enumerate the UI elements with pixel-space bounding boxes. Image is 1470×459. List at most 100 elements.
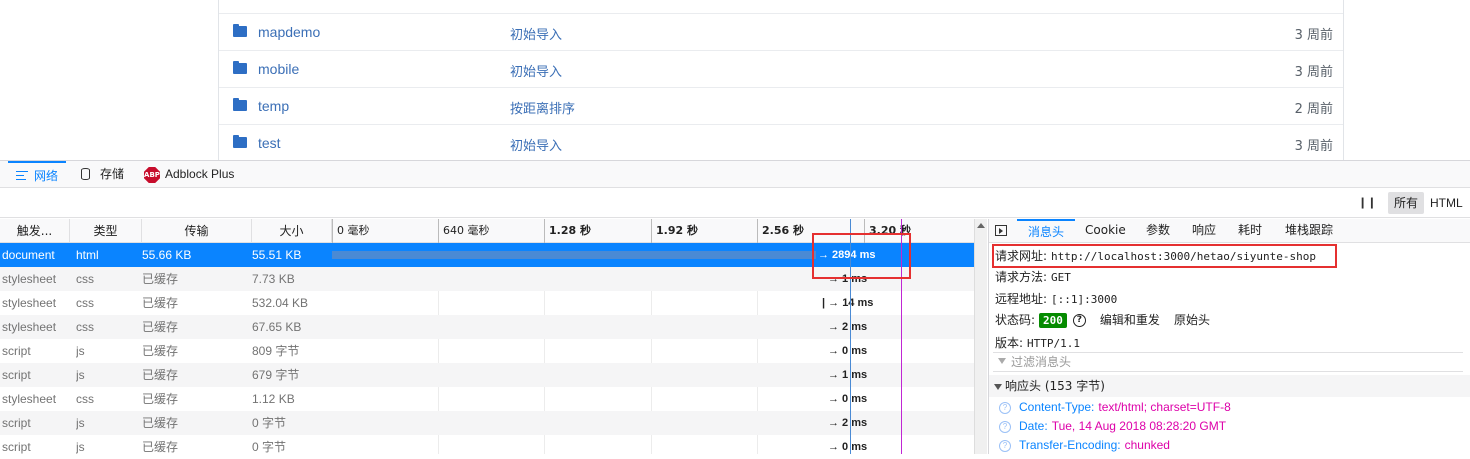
tab-params[interactable]: 参数	[1146, 219, 1170, 242]
cell-transferred: 已缓存	[142, 440, 179, 454]
request-row[interactable]: script js 已缓存 0 字节 → 2 ms	[0, 411, 974, 435]
version-value: HTTP/1.1	[1027, 337, 1081, 350]
repo-file-list: mapdemo 初始导入 3 周前 mobile 初始导入 3 周前 temp …	[0, 0, 1470, 160]
repo-item-age: 3 周前	[1294, 28, 1333, 43]
tab-stack-trace[interactable]: 堆栈跟踪	[1285, 219, 1333, 242]
version-label: 版本:	[995, 336, 1024, 350]
waterfall-tick: 0 毫秒	[332, 219, 370, 243]
tab-storage-label: 存储	[100, 167, 125, 181]
repo-item-commit-message[interactable]: 初始导入	[510, 24, 562, 43]
cell-size: 7.73 KB	[252, 272, 295, 286]
request-row[interactable]: document html 55.66 KB 55.51 KB → 2894 m…	[0, 243, 974, 267]
col-size[interactable]: 大小	[252, 219, 332, 243]
col-initiator[interactable]: 触发...	[0, 219, 70, 243]
response-headers-section[interactable]: 响应头 (153 字节)	[989, 375, 1470, 397]
table-scrollbar[interactable]	[974, 219, 987, 454]
repo-item-age: 3 周前	[1294, 139, 1333, 154]
cell-type: js	[76, 368, 85, 382]
filter-all-button[interactable]: 所有	[1388, 192, 1424, 214]
request-url-row: 请求网址: http://localhost:3000/hetao/siyunte…	[995, 247, 1316, 264]
header-name: Transfer-Encoding:	[1019, 438, 1121, 452]
cell-type: html	[76, 248, 99, 262]
cell-initiator: script	[2, 416, 31, 430]
pause-icon[interactable]: ❙❙	[1358, 196, 1376, 210]
cell-initiator: stylesheet	[2, 272, 57, 286]
col-type[interactable]: 类型	[70, 219, 142, 243]
repo-item-commit-message[interactable]: 初始导入	[510, 61, 562, 80]
filter-html-button[interactable]: HTML	[1430, 192, 1463, 214]
tab-storage[interactable]: 存储	[78, 161, 138, 188]
cell-transferred: 已缓存	[142, 392, 179, 406]
network-icon	[16, 171, 28, 181]
cell-timing: → 0 ms	[828, 393, 868, 405]
request-row[interactable]: stylesheet css 已缓存 1.12 KB → 0 ms	[0, 387, 974, 411]
toggle-panel-icon[interactable]	[995, 225, 1007, 236]
waterfall-bar	[332, 251, 816, 259]
details-tabs: 消息头 Cookie 参数 响应 耗时 堆栈跟踪	[989, 219, 1470, 243]
tab-adblock-label: Adblock Plus	[165, 167, 235, 181]
request-details-panel: 消息头 Cookie 参数 响应 耗时 堆栈跟踪 请求网址: http://loc…	[988, 219, 1470, 454]
repo-row[interactable]: mobile 初始导入 3 周前	[219, 50, 1343, 87]
version-row: 版本: HTTP/1.1	[995, 334, 1080, 351]
request-row[interactable]: stylesheet css 已缓存 67.65 KB → 2 ms	[0, 315, 974, 339]
remote-address-label: 远程地址:	[995, 292, 1048, 306]
response-header-row: ? Date: Tue, 14 Aug 2018 08:28:20 GMT	[999, 419, 1226, 433]
cell-initiator: stylesheet	[2, 320, 57, 334]
request-row[interactable]: stylesheet css 已缓存 532.04 KB | → 14 ms	[0, 291, 974, 315]
cell-type: css	[76, 392, 94, 406]
cell-transferred: 55.66 KB	[142, 248, 192, 262]
tab-response[interactable]: 响应	[1192, 219, 1216, 242]
filter-headers-input[interactable]: 过滤消息头	[993, 352, 1463, 372]
repo-row[interactable]: temp 按距离排序 2 周前	[219, 87, 1343, 124]
request-row[interactable]: script js 已缓存 679 字节 → 1 ms	[0, 363, 974, 387]
col-transferred[interactable]: 传输	[142, 219, 252, 243]
repo-item-age: 3 周前	[1294, 65, 1333, 80]
help-icon[interactable]: ?	[999, 439, 1011, 452]
tab-headers[interactable]: 消息头	[1017, 219, 1075, 242]
repo-row[interactable]: test 初始导入 3 周前	[219, 124, 1343, 161]
help-icon[interactable]: ?	[999, 401, 1011, 414]
remote-address-row: 远程地址: [::1]:3000	[995, 290, 1117, 307]
cell-initiator: stylesheet	[2, 392, 57, 406]
scroll-up-icon[interactable]	[977, 223, 985, 228]
status-code-label: 状态码:	[995, 313, 1036, 327]
help-icon[interactable]: ?	[999, 420, 1011, 433]
repo-item-commit-message[interactable]: 初始导入	[510, 135, 562, 154]
response-header-row: ? Content-Type: text/html; charset=UTF-8	[999, 400, 1231, 414]
tab-network[interactable]: 网络	[8, 161, 66, 188]
repo-item-name[interactable]: test	[258, 135, 281, 151]
request-row[interactable]: script js 已缓存 0 字节 → 0 ms	[0, 435, 974, 459]
request-method-value: GET	[1051, 271, 1071, 284]
request-method-row: 请求方法: GET	[995, 268, 1071, 285]
response-header-row: ? Transfer-Encoding: chunked	[999, 438, 1170, 452]
database-icon	[81, 168, 90, 180]
edit-resend-button[interactable]: 编辑和重发	[1100, 313, 1160, 327]
repo-item-name[interactable]: mobile	[258, 61, 299, 77]
tab-cookie[interactable]: Cookie	[1085, 219, 1126, 242]
cell-timing: → 2 ms	[828, 321, 868, 333]
raw-headers-button[interactable]: 原始头	[1174, 313, 1210, 327]
help-icon[interactable]: ?	[1072, 314, 1086, 327]
cell-size: 679 字节	[252, 368, 300, 382]
repo-item-name[interactable]: temp	[258, 98, 289, 114]
folder-icon	[233, 135, 247, 148]
tab-adblock-plus[interactable]: ABP Adblock Plus	[144, 161, 244, 188]
cell-initiator: script	[2, 368, 31, 382]
cell-timing: → 2894 ms	[818, 249, 876, 261]
cell-size: 0 字节	[252, 416, 287, 430]
cell-transferred: 已缓存	[142, 272, 179, 286]
cell-timing: → 1 ms	[828, 369, 868, 381]
table-header: 触发... 类型 传输 大小 0 毫秒 640 毫秒 1.28 秒 1.92 秒…	[0, 219, 974, 243]
request-row[interactable]: stylesheet css 已缓存 7.73 KB → 1 ms	[0, 267, 974, 291]
request-row[interactable]: script js 已缓存 809 字节 → 0 ms	[0, 339, 974, 363]
tab-timings[interactable]: 耗时	[1238, 219, 1262, 242]
waterfall-tick: 1.92 秒	[651, 219, 698, 243]
repo-item-name[interactable]: mapdemo	[258, 24, 320, 40]
filter-headers-placeholder: 过滤消息头	[1011, 355, 1072, 369]
cell-type: js	[76, 416, 85, 430]
header-name: Content-Type:	[1019, 400, 1095, 414]
repo-item-commit-message[interactable]: 按距离排序	[510, 98, 575, 117]
request-url-label: 请求网址:	[995, 249, 1048, 263]
cell-type: css	[76, 296, 94, 310]
repo-row[interactable]: mapdemo 初始导入 3 周前	[219, 13, 1343, 50]
